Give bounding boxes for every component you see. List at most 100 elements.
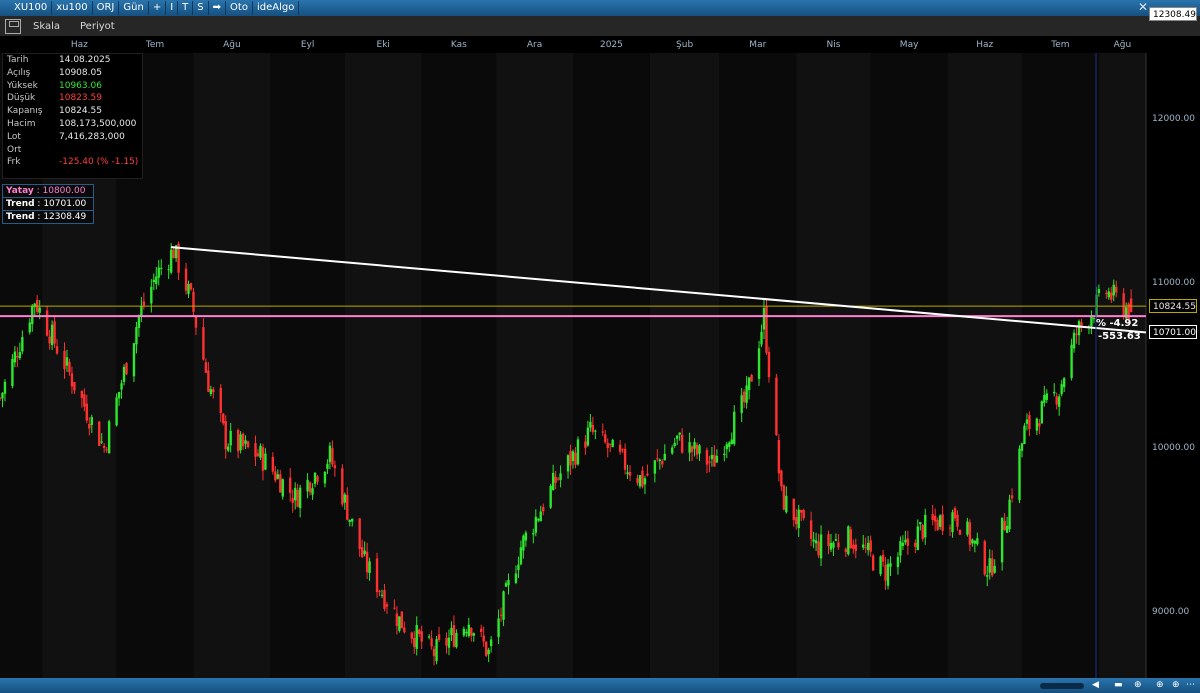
candle-body	[363, 550, 366, 555]
candle-body	[519, 547, 523, 565]
candle-body	[507, 580, 510, 586]
candle-body	[656, 458, 659, 460]
candle-body	[517, 564, 520, 571]
candle-body	[207, 370, 210, 392]
info-row: Ort	[3, 144, 142, 157]
candle-body	[420, 631, 423, 642]
candle-body	[279, 474, 282, 493]
candle-body	[879, 556, 882, 575]
candle-body	[532, 532, 535, 535]
zoom-out-icon[interactable]: ▬	[1114, 680, 1123, 691]
candle-body	[137, 315, 141, 328]
candle-body	[904, 539, 907, 543]
info-label: Açılış	[7, 67, 31, 78]
candle-body	[983, 541, 986, 575]
candle-body	[1072, 332, 1076, 349]
candle-body	[849, 529, 853, 549]
candle-body	[802, 510, 805, 519]
candle-body	[956, 514, 959, 527]
candle-body	[194, 316, 198, 328]
candle-body	[643, 478, 647, 485]
info-label: Düşük	[7, 93, 36, 104]
candle-body	[539, 511, 542, 522]
candle-body	[90, 417, 93, 425]
drawing-legend-item[interactable]: Trend : 10701.00	[2, 197, 94, 211]
candle-body	[239, 434, 242, 451]
candle-body	[31, 305, 34, 325]
chevron-left-icon[interactable]: ◀	[1092, 680, 1099, 691]
drawing-legend-item[interactable]: Yatay : 10800.00	[2, 184, 94, 198]
candle-body	[313, 472, 317, 484]
candle-body	[204, 362, 208, 373]
candle-body	[953, 508, 957, 519]
candle-body	[427, 636, 431, 638]
candle-body	[378, 590, 381, 592]
candle-body	[132, 343, 136, 377]
candle-body	[398, 616, 401, 631]
candle-body	[638, 475, 642, 487]
ohlc-info-panel: Tarih 14.08.2025 Açılış 10908.05 Yüksek 10963…	[2, 53, 143, 179]
candle-body	[365, 551, 369, 573]
candle-body	[847, 526, 850, 555]
candle-body	[254, 443, 257, 457]
candle-body	[311, 488, 314, 495]
candle-body	[212, 389, 215, 393]
info-value: 10823.59	[59, 93, 102, 104]
candle-body	[589, 421, 592, 428]
info-value: 10963.06	[59, 80, 102, 91]
dots-icon[interactable]: ⋯	[1186, 680, 1195, 691]
candle-body	[368, 561, 371, 574]
candle-body	[189, 283, 193, 290]
candle-body	[551, 472, 555, 491]
candle-body	[1018, 448, 1021, 501]
candle-body	[219, 387, 222, 413]
info-row: Lot 7,416,283,000	[3, 131, 142, 144]
zoom-in-icon[interactable]: ⊕	[1134, 680, 1142, 691]
candle-body	[832, 542, 835, 548]
info-label: Tarih	[7, 55, 29, 65]
candle-body	[941, 514, 944, 531]
candle-body	[626, 472, 629, 475]
candle-body	[296, 489, 299, 507]
candle-body	[472, 633, 475, 636]
legend-label: Yatay	[6, 186, 34, 196]
candle-body	[102, 445, 106, 448]
candle-body	[938, 515, 942, 527]
candle-body	[85, 403, 89, 421]
candle-body	[924, 514, 927, 538]
crosshair-icon[interactable]: ⊕	[1172, 680, 1180, 691]
candle-body	[723, 453, 726, 456]
price-chart[interactable]	[0, 0, 1200, 693]
candle-body	[1, 392, 4, 399]
candle-body	[862, 544, 865, 548]
info-value: 10824.55	[59, 106, 102, 117]
candle-body	[504, 583, 508, 587]
candle-body	[601, 431, 604, 433]
candle-body	[800, 509, 803, 513]
candle-body	[871, 555, 875, 571]
candle-body	[328, 445, 332, 463]
candle-body	[70, 373, 74, 387]
candle-body	[450, 628, 453, 636]
horizontal-scrollbar[interactable]	[1040, 683, 1084, 689]
candle-body	[1090, 315, 1093, 327]
candle-body	[641, 470, 644, 487]
candle-body	[762, 308, 766, 330]
candle-body	[710, 454, 714, 460]
candle-body	[767, 351, 771, 378]
candle-body	[3, 381, 7, 394]
candle-body	[1112, 284, 1115, 296]
candle-body	[227, 446, 230, 451]
month-band	[947, 53, 1022, 678]
candle-body	[261, 447, 265, 471]
trend-percent-annotation: % -4.92	[1096, 318, 1139, 330]
candle-body	[1075, 333, 1078, 335]
candle-body	[1040, 401, 1044, 424]
candle-body	[869, 540, 872, 552]
zoom-icon[interactable]: ⊕	[1156, 680, 1164, 691]
candle-body	[1115, 286, 1118, 293]
candle-body	[413, 638, 416, 647]
drawing-legend-item[interactable]: Trend : 12308.49	[2, 210, 94, 224]
candle-body	[777, 439, 781, 474]
candle-body	[933, 515, 937, 522]
